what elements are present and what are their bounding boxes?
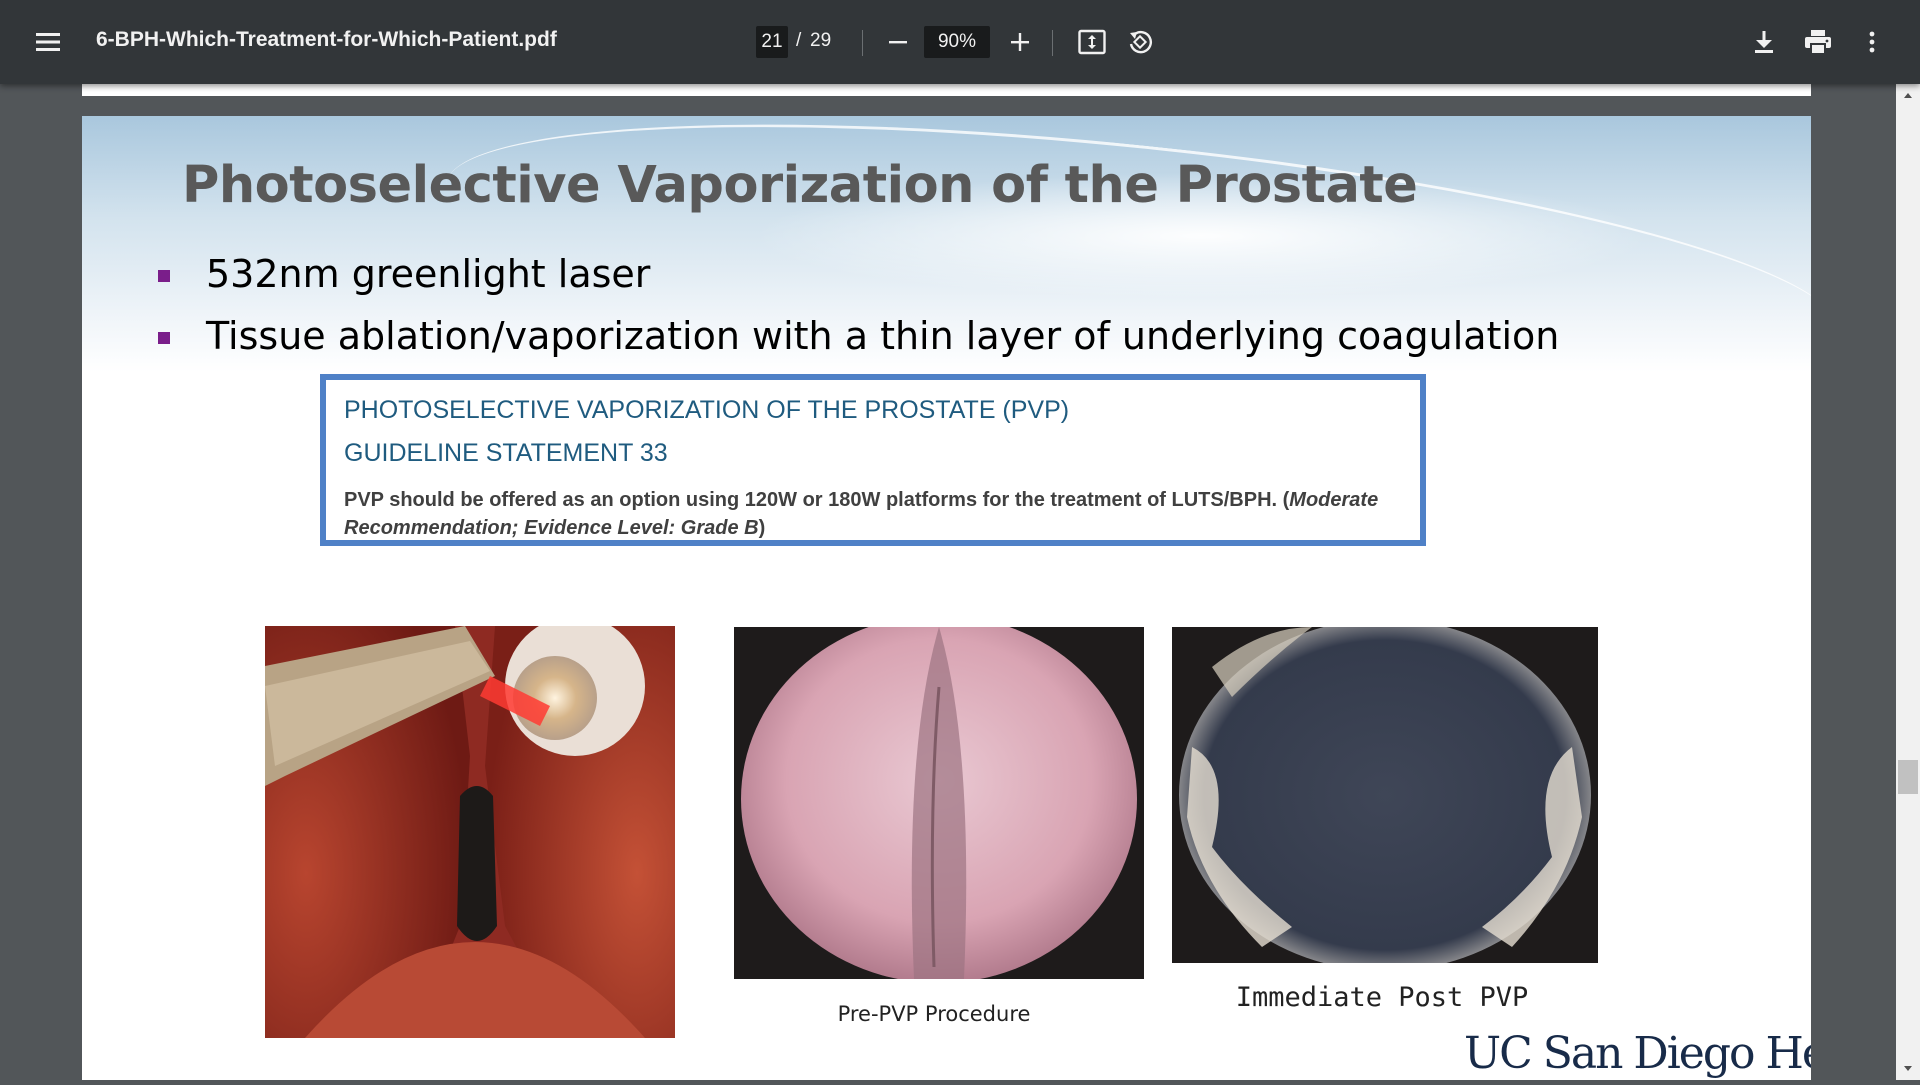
guideline-body: PVP should be offered as an option using… — [344, 489, 1379, 539]
guideline-heading: PHOTOSELECTIVE VAPORIZATION OF THE PROST… — [344, 396, 1070, 424]
pre-pvp-cystoscopy-image — [734, 627, 1144, 979]
pdf-page: Photoselective Vaporization of the Prost… — [82, 116, 1811, 1080]
scroll-down-button[interactable] — [1896, 1056, 1920, 1080]
rotate-icon — [1129, 30, 1152, 54]
menu-icon — [36, 33, 60, 51]
page-number-input[interactable]: 21 — [756, 26, 788, 58]
zoom-out-button[interactable] — [878, 22, 918, 62]
bullet-marker — [158, 270, 170, 282]
bullet-text: Tissue ablation/vaporization with a thin… — [206, 314, 1560, 358]
laser-illustration-image — [265, 626, 675, 1038]
scroll-up-button[interactable] — [1896, 84, 1920, 108]
document-title: 6-BPH-Which-Treatment-for-Which-Patient.… — [96, 28, 557, 51]
rotate-button[interactable] — [1120, 22, 1160, 62]
bullet-marker — [158, 332, 170, 344]
print-button[interactable] — [1798, 22, 1838, 62]
zoom-in-icon — [1011, 33, 1029, 51]
print-icon — [1805, 30, 1831, 55]
guideline-text: PVP should be offered as an option using… — [344, 489, 1278, 511]
slide-title: Photoselective Vaporization of the Prost… — [182, 156, 1418, 215]
zoom-level-input[interactable]: 90% — [924, 26, 990, 58]
scroll-up-arrow-icon — [1904, 93, 1912, 98]
menu-button[interactable] — [28, 22, 68, 62]
zoom-out-icon — [889, 41, 907, 44]
uc-san-diego-health-logo: UC San Diego Health — [1464, 1028, 1811, 1079]
download-icon — [1755, 31, 1773, 53]
vertical-scrollbar[interactable] — [1896, 84, 1920, 1080]
page-total: 29 — [810, 30, 832, 51]
pdf-viewer[interactable]: Photoselective Vaporization of the Prost… — [0, 84, 1920, 1080]
zoom-in-button[interactable] — [1000, 22, 1040, 62]
toolbar-divider — [1052, 30, 1053, 56]
guideline-box: PHOTOSELECTIVE VAPORIZATION OF THE PROST… — [320, 374, 1426, 546]
post-pvp-cystoscopy-image — [1172, 627, 1598, 963]
pre-pvp-caption: Pre-PVP Procedure — [837, 1002, 1031, 1026]
scroll-down-arrow-icon — [1904, 1066, 1912, 1071]
fit-to-page-button[interactable] — [1072, 22, 1112, 62]
fit-to-page-icon — [1078, 29, 1106, 55]
scroll-thumb[interactable] — [1898, 760, 1918, 794]
guideline-statement: GUIDELINE STATEMENT 33 — [344, 439, 668, 467]
pdf-toolbar: 6-BPH-Which-Treatment-for-Which-Patient.… — [0, 0, 1920, 84]
more-options-icon — [1869, 31, 1875, 53]
page-separator: / — [796, 30, 802, 51]
download-button[interactable] — [1744, 22, 1784, 62]
previous-page-edge — [82, 84, 1811, 96]
bullet-text: 532nm greenlight laser — [206, 252, 651, 296]
more-options-button[interactable] — [1852, 22, 1892, 62]
toolbar-divider — [862, 30, 863, 56]
post-pvp-caption: Immediate Post PVP — [1235, 982, 1529, 1013]
